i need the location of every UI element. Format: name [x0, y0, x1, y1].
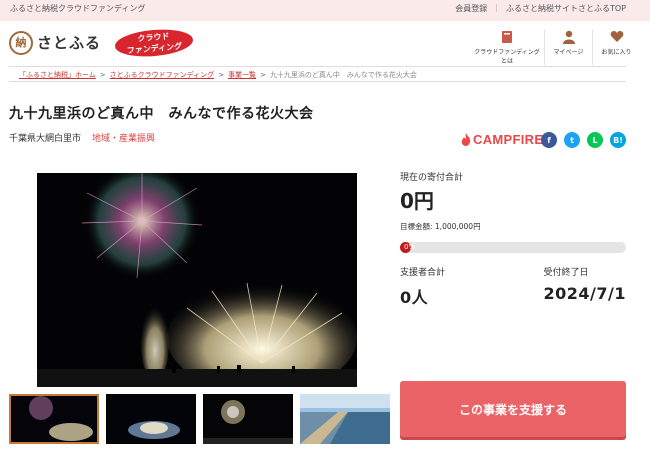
breadcrumb: 「ふるさと納税」ホーム > さとふるクラウドファンディング > 事業一覧 > 九十九里浜のど… [9, 66, 626, 82]
share-buttons: f t L B! [541, 132, 626, 148]
line-icon[interactable]: L [587, 132, 603, 148]
top-bar: ふるさと納税クラウドファンディング 会員登録 | ふるさと納税サイトさとふるTO… [0, 0, 650, 21]
thumbnail-1[interactable] [9, 394, 99, 444]
header-nav: クラウドファンディングとは マイページ お気に入り [470, 29, 640, 65]
project-location: 千葉県大網白里市 [9, 134, 82, 144]
main-project-image [37, 173, 357, 387]
deadline-date: 2024/7/1 [543, 284, 626, 303]
site-header: 納 さとふる クラウド ファンディング クラウドファンディングとは マイページ … [0, 21, 650, 67]
site-tagline: ふるさと納税クラウドファンディング [10, 4, 146, 13]
campfire-logo[interactable]: CAMPFIRE [461, 132, 543, 147]
project-category[interactable]: 地域・産業振興 [92, 131, 155, 144]
logo-icon[interactable]: 納 [9, 31, 33, 55]
deadline-stat: 受付終了日 2024/7/1 [544, 265, 626, 308]
logo-text[interactable]: さとふる [37, 32, 101, 53]
facebook-icon[interactable]: f [541, 132, 557, 148]
link-separator: | [495, 3, 498, 12]
nav-about-crowdfunding[interactable]: クラウドファンディングとは [470, 29, 544, 65]
deadline-label: 受付終了日 [543, 268, 589, 278]
flame-icon [461, 133, 471, 146]
nav-favorites[interactable]: お気に入り [592, 29, 640, 65]
nav-label: クラウドファンディングとは [474, 49, 540, 65]
top-links: 会員登録 | ふるさと納税サイトさとふるTOP [455, 3, 626, 14]
hatena-icon[interactable]: B! [610, 132, 626, 148]
thumbnail-3[interactable] [203, 394, 293, 444]
twitter-icon[interactable]: t [564, 132, 580, 148]
book-icon [502, 30, 512, 43]
nav-label: マイページ [553, 49, 584, 56]
funding-panel: 現在の寄付合計 0円 目標金額: 1,000,000円 0% 支援者合計 0人 … [400, 170, 626, 308]
register-link[interactable]: 会員登録 [455, 3, 487, 14]
support-project-button[interactable]: この事業を支援する [400, 381, 626, 437]
funding-stats: 支援者合計 0人 受付終了日 2024/7/1 [400, 265, 626, 308]
goal-amount: 目標金額: 1,000,000円 [400, 222, 481, 231]
nav-mypage[interactable]: マイページ [544, 29, 592, 65]
breadcrumb-crowdfunding[interactable]: さとふるクラウドファンディング [110, 71, 215, 79]
breadcrumb-projects[interactable]: 事業一覧 [228, 71, 256, 79]
supporters-label: 支援者合計 [400, 268, 446, 278]
supporters-stat: 支援者合計 0人 [400, 265, 445, 308]
breadcrumb-current: 九十九里浜のど真ん中 みんなで作る花火大会 [269, 71, 417, 79]
campfire-text: CAMPFIRE [473, 132, 544, 147]
thumbnail-2[interactable] [106, 394, 196, 444]
crowdfunding-badge[interactable]: クラウド ファンディング [114, 26, 194, 60]
breadcrumb-home[interactable]: 「ふるさと納税」ホーム [19, 71, 96, 79]
current-amount: 0円 [400, 189, 434, 213]
heart-icon [610, 30, 623, 42]
progress-percent: 0% [404, 243, 416, 251]
page-title: 九十九里浜のど真ん中 みんなで作る花火大会 [9, 106, 314, 122]
nav-label: お気に入り [601, 49, 632, 56]
supporters-count: 0人 [400, 288, 429, 307]
fireworks-photo [37, 173, 357, 387]
user-icon [562, 30, 575, 44]
progress-bar: 0% [400, 242, 626, 253]
thumbnail-4[interactable] [300, 394, 390, 444]
image-thumbnails [9, 394, 390, 444]
current-amount-label: 現在の寄付合計 [400, 173, 464, 183]
satofull-top-link[interactable]: ふるさと納税サイトさとふるTOP [506, 3, 626, 14]
